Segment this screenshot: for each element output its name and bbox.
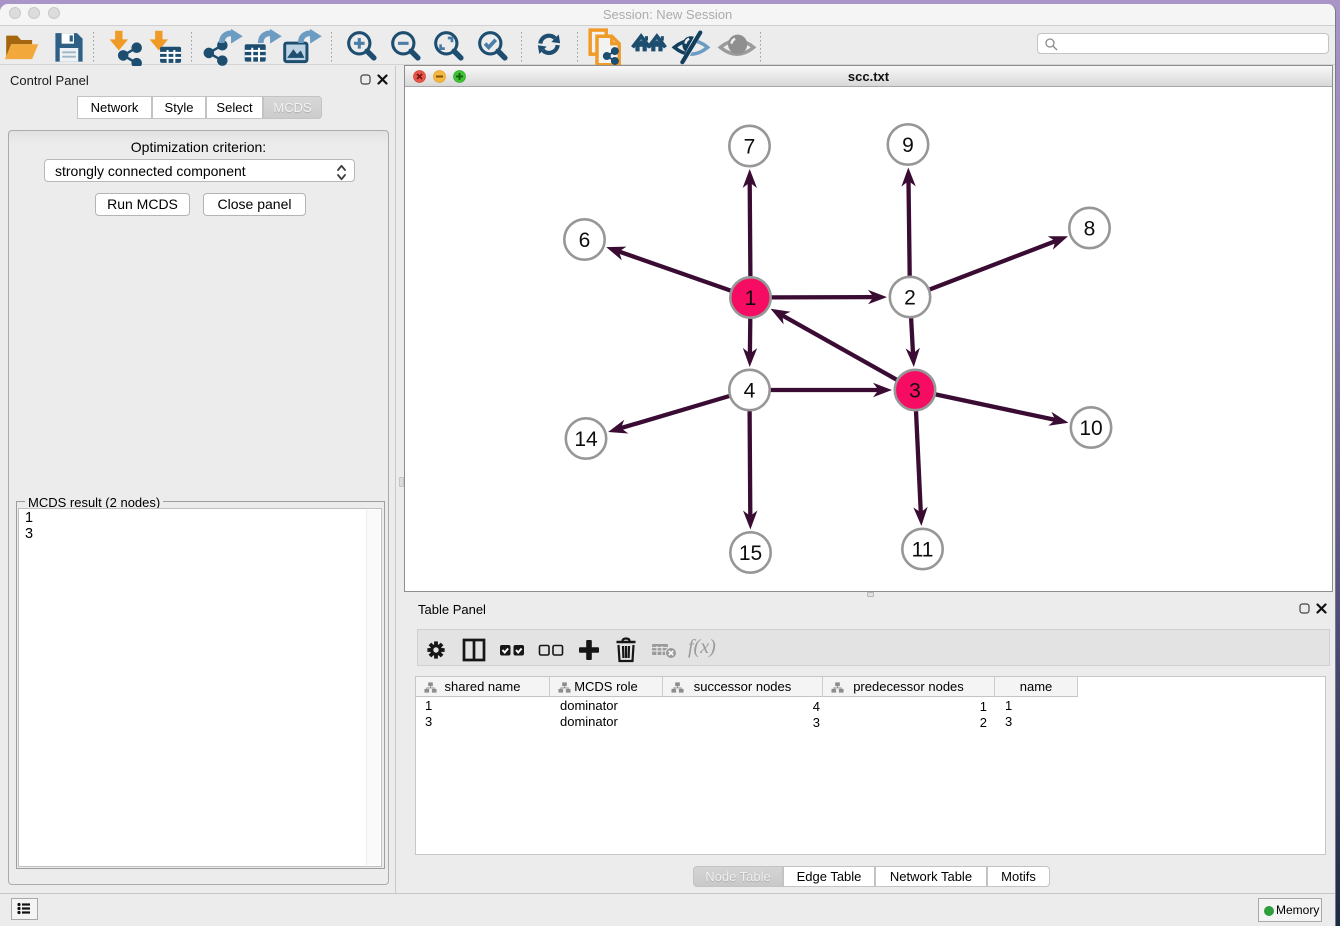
svg-text:11: 11 xyxy=(912,539,934,562)
svg-text:9: 9 xyxy=(902,134,914,157)
svg-text:8: 8 xyxy=(1084,218,1096,241)
svg-text:14: 14 xyxy=(574,428,598,451)
svg-text:10: 10 xyxy=(1079,417,1102,440)
svg-text:6: 6 xyxy=(579,229,591,252)
svg-text:3: 3 xyxy=(909,380,921,403)
svg-text:7: 7 xyxy=(744,136,756,159)
svg-text:1: 1 xyxy=(745,287,757,310)
svg-text:4: 4 xyxy=(744,380,756,403)
svg-text:2: 2 xyxy=(904,287,916,310)
svg-text:15: 15 xyxy=(739,542,762,565)
